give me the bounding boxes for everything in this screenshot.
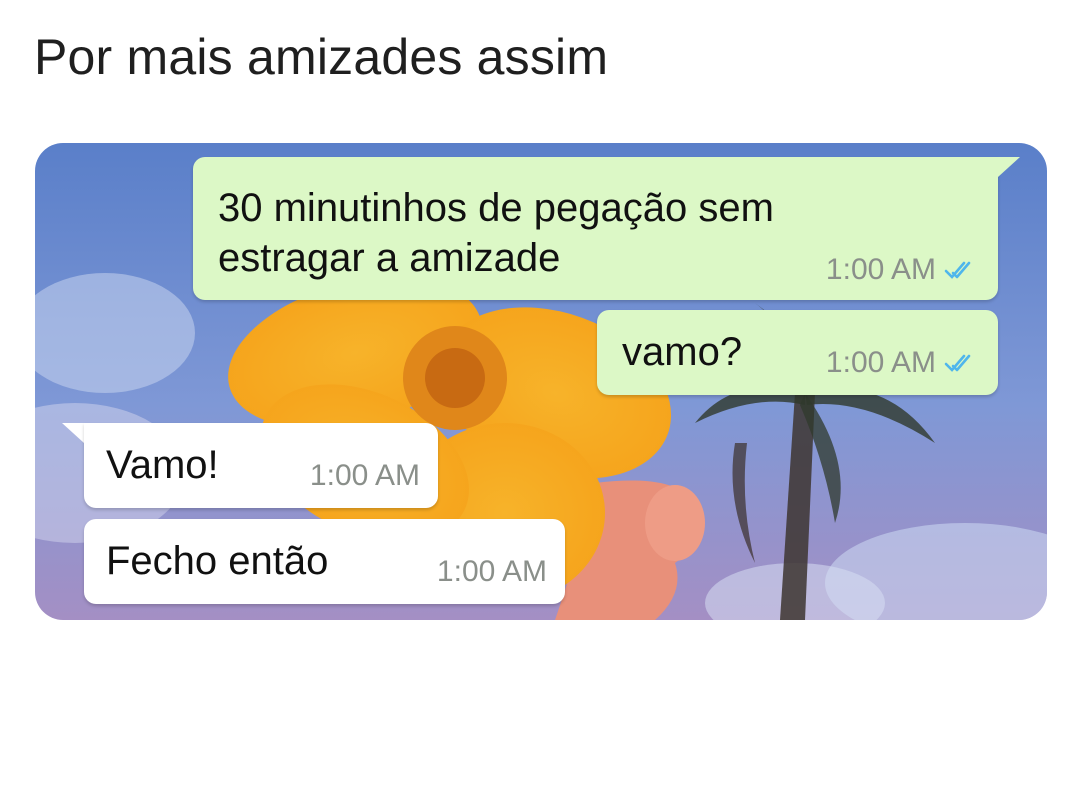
message-timestamp: 1:00 AM — [309, 459, 420, 492]
double-check-read-icon — [944, 354, 971, 372]
double-check-read-icon — [944, 261, 971, 279]
message-text: vamo? — [622, 330, 743, 374]
bubble-tail — [998, 157, 1020, 177]
message-line: estragar a amizade — [218, 236, 561, 280]
bubble-tail — [62, 423, 84, 443]
message-meta: 1:00 AM — [826, 346, 978, 380]
chat-screenshot: 30 minutinhos de pegação sem estragar a … — [35, 143, 1047, 620]
message-text: 30 minutinhos de pegação sem estragar a … — [218, 183, 774, 283]
message-text: Fecho então — [106, 539, 329, 583]
outgoing-message-bubble[interactable]: vamo? 1:00 AM — [597, 310, 998, 395]
message-timestamp: 1:00 AM — [825, 346, 936, 379]
incoming-message-bubble[interactable]: Fecho então 1:00 AM — [84, 519, 565, 604]
message-timestamp: 1:00 AM — [436, 555, 547, 588]
post-caption: Por mais amizades assim — [34, 29, 609, 85]
message-meta: 1:00 AM — [310, 459, 420, 493]
message-meta: 1:00 AM — [826, 253, 978, 287]
message-timestamp: 1:00 AM — [825, 253, 936, 286]
incoming-message-bubble[interactable]: Vamo! 1:00 AM — [84, 423, 438, 508]
outgoing-message-bubble[interactable]: 30 minutinhos de pegação sem estragar a … — [193, 157, 998, 300]
message-text: Vamo! — [106, 443, 219, 487]
message-line: 30 minutinhos de pegação sem — [218, 186, 774, 230]
message-meta: 1:00 AM — [437, 555, 547, 589]
